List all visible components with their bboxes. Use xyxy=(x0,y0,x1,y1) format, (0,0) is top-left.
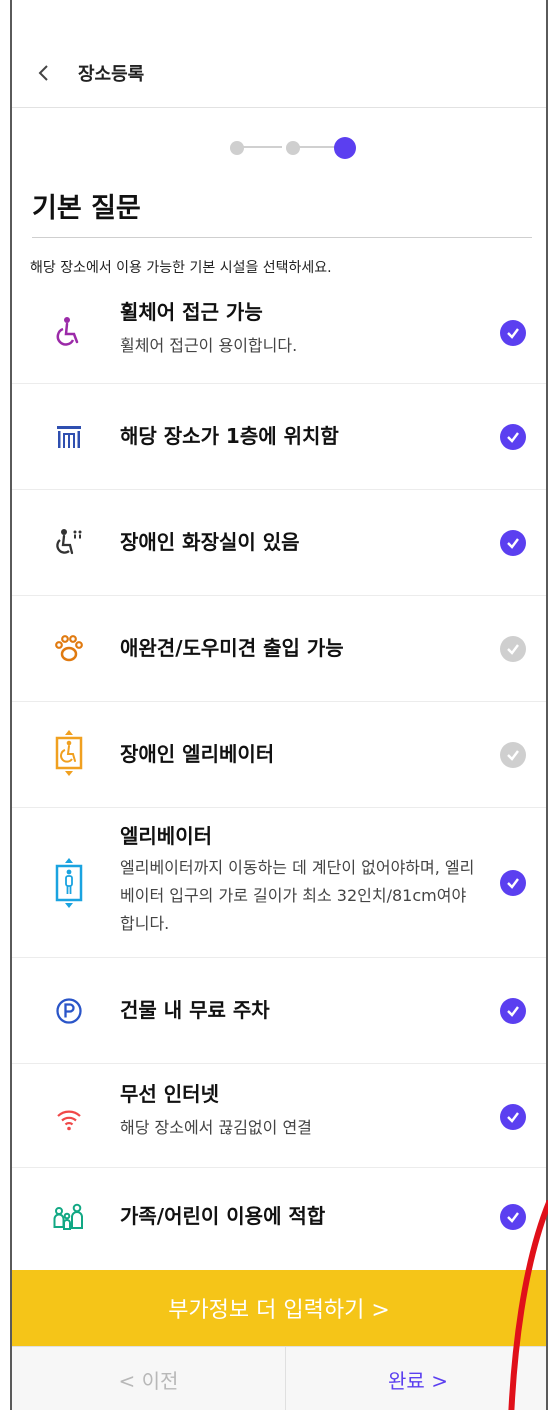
facility-list: 휠체어 접근 가능 휠체어 접근이 용이합니다. 해당 장소가 1층에 위치함 … xyxy=(12,280,546,1268)
accessible-elevator-icon xyxy=(52,728,86,778)
step-indicator xyxy=(230,136,360,160)
more-info-button[interactable]: 부가정보 더 입력하기 > xyxy=(12,1270,546,1346)
facility-title: 해당 장소가 1층에 위치함 xyxy=(120,424,339,448)
facility-title: 엘리베이터 xyxy=(120,824,212,848)
check-icon xyxy=(507,1112,519,1123)
check-toggle[interactable] xyxy=(500,870,526,896)
check-toggle[interactable] xyxy=(500,998,526,1024)
step-connector xyxy=(298,146,338,148)
check-toggle[interactable] xyxy=(500,530,526,556)
parking-icon xyxy=(52,994,86,1028)
section-description: 해당 장소에서 이용 가능한 기본 시설을 선택하세요. xyxy=(30,260,332,276)
wifi-icon xyxy=(52,1102,86,1136)
check-toggle[interactable] xyxy=(500,320,526,346)
check-toggle[interactable] xyxy=(500,1104,526,1130)
wheelchair-icon xyxy=(52,314,86,348)
check-icon xyxy=(507,1212,519,1223)
bottom-navigation: < 이전 완료 > xyxy=(12,1346,546,1410)
header: 장소등록 xyxy=(12,0,546,108)
facility-item-parking[interactable]: 건물 내 무료 주차 xyxy=(12,958,546,1064)
facility-item-elevator[interactable]: 엘리베이터 엘리베이터까지 이동하는 데 계단이 없어야하며, 엘리베이터 입구… xyxy=(12,808,546,958)
facility-desc: 휠체어 접근이 용이합니다. xyxy=(120,336,298,355)
check-icon xyxy=(507,432,519,443)
section-divider xyxy=(32,237,532,238)
step-dot-2 xyxy=(286,141,300,155)
building-ground-floor-icon xyxy=(52,420,86,454)
family-icon xyxy=(52,1200,86,1234)
check-icon xyxy=(507,538,519,549)
facility-item-pets[interactable]: 애완견/도우미견 출입 가능 xyxy=(12,596,546,702)
facility-title: 건물 내 무료 주차 xyxy=(120,998,270,1022)
check-toggle[interactable] xyxy=(500,424,526,450)
section-title: 기본 질문 xyxy=(32,193,141,224)
facility-title: 애완견/도우미견 출입 가능 xyxy=(120,636,344,660)
back-button[interactable] xyxy=(34,58,58,88)
facility-title: 무선 인터넷 xyxy=(120,1082,219,1106)
chevron-left-icon xyxy=(38,65,48,81)
page-title: 장소등록 xyxy=(78,64,145,85)
facility-item-accessible-elevator[interactable]: 장애인 엘리베이터 xyxy=(12,702,546,808)
step-dot-1 xyxy=(230,141,244,155)
facility-title: 장애인 엘리베이터 xyxy=(120,742,275,766)
facility-desc: 해당 장소에서 끊김없이 연결 xyxy=(120,1118,312,1137)
facility-item-family[interactable]: 가족/어린이 이용에 적합 xyxy=(12,1168,546,1268)
done-button[interactable]: 완료 > xyxy=(286,1347,546,1410)
step-dot-3-active xyxy=(334,137,356,159)
app-frame: 장소등록 기본 질문 해당 장소에서 이용 가능한 기본 시설을 선택하세요. … xyxy=(10,0,548,1410)
elevator-icon xyxy=(52,856,86,910)
prev-button[interactable]: < 이전 xyxy=(12,1347,286,1410)
facility-item-ground-floor[interactable]: 해당 장소가 1층에 위치함 xyxy=(12,384,546,490)
paw-icon xyxy=(52,632,86,666)
facility-desc: 엘리베이터까지 이동하는 데 계단이 없어야하며, 엘리베이터 입구의 가로 길… xyxy=(120,858,475,933)
check-toggle[interactable] xyxy=(500,1204,526,1230)
facility-item-wheelchair[interactable]: 휠체어 접근 가능 휠체어 접근이 용이합니다. xyxy=(12,280,546,384)
facility-title: 가족/어린이 이용에 적합 xyxy=(120,1204,326,1228)
check-toggle[interactable] xyxy=(500,742,526,768)
check-icon xyxy=(507,1006,519,1017)
facility-title: 휠체어 접근 가능 xyxy=(120,300,263,324)
facility-item-wifi[interactable]: 무선 인터넷 해당 장소에서 끊김없이 연결 xyxy=(12,1064,546,1168)
facility-item-restroom[interactable]: 장애인 화장실이 있음 xyxy=(12,490,546,596)
step-connector xyxy=(242,146,282,148)
facility-title: 장애인 화장실이 있음 xyxy=(120,530,300,554)
accessible-restroom-icon xyxy=(52,526,86,560)
check-icon xyxy=(507,328,519,339)
check-icon xyxy=(507,878,519,889)
check-icon xyxy=(507,644,519,655)
check-toggle[interactable] xyxy=(500,636,526,662)
check-icon xyxy=(507,750,519,761)
